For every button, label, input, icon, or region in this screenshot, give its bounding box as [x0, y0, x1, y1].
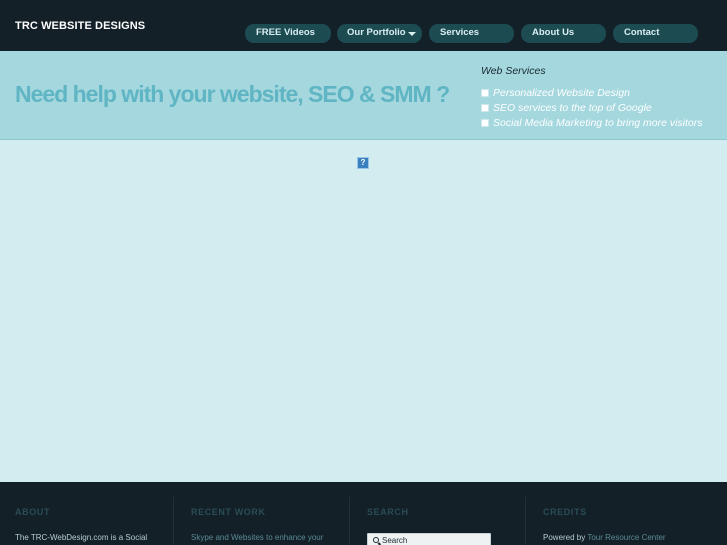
footer-divider [525, 497, 526, 545]
footer-credits-text: Powered by Tour Resource Center [543, 533, 666, 542]
footer-divider [173, 497, 174, 545]
about-text: The TRC-WebDesign.com is a Social [15, 533, 148, 542]
footer-recent-work-text[interactable]: Skype and Websites to enhance your [191, 533, 323, 542]
nav-our-portfolio-label: Our Portfolio [347, 27, 406, 38]
search-input[interactable]: Search [367, 533, 491, 545]
checkbox-icon [481, 119, 489, 127]
service-item-label: Personalized Website Design [493, 87, 630, 99]
nav-services[interactable]: Services [429, 24, 514, 43]
nav-our-portfolio[interactable]: Our Portfolio [337, 24, 422, 43]
checkbox-icon [481, 89, 489, 97]
nav-about-us[interactable]: About Us [521, 24, 606, 43]
footer-about-text: The TRC-WebDesign.com is a Social [15, 533, 147, 542]
chevron-down-icon [408, 32, 416, 36]
footer: ABOUT The TRC-WebDesign.com is a Social … [0, 482, 727, 545]
powered-by-label: Powered by [543, 533, 586, 542]
footer-about-heading: ABOUT [15, 507, 50, 517]
hero-banner: Need help with your website, SEO & SMM ?… [0, 51, 727, 140]
nav-free-videos[interactable]: FREE Videos [245, 24, 331, 43]
search-placeholder: Search [382, 536, 408, 545]
broken-image-icon: ? [357, 157, 369, 169]
footer-search-heading: SEARCH [367, 507, 409, 517]
footer-credits-heading: CREDITS [543, 507, 587, 517]
footer-recent-work: RECENT WORK Skype and Websites to enhanc… [191, 482, 341, 545]
footer-credits: CREDITS Powered by Tour Resource Center [543, 482, 713, 545]
nav-contact[interactable]: Contact [613, 24, 698, 43]
search-icon [373, 537, 379, 543]
footer-recent-work-heading: RECENT WORK [191, 507, 266, 517]
footer-divider [349, 497, 350, 545]
checkbox-icon [481, 104, 489, 112]
top-bar: TRC WEBSITE DESIGNS FREE Videos Our Port… [0, 0, 727, 51]
service-item-label: Social Media Marketing to bring more vis… [493, 117, 703, 129]
main-nav: FREE Videos Our Portfolio Services About… [0, 24, 727, 43]
hero-headline: Need help with your website, SEO & SMM ? [15, 81, 450, 107]
web-services-title: Web Services [481, 65, 546, 77]
footer-about: ABOUT The TRC-WebDesign.com is a Social [15, 482, 165, 545]
service-item-label: SEO services to the top of Google [493, 102, 652, 114]
credits-link[interactable]: Tour Resource Center [587, 533, 665, 542]
